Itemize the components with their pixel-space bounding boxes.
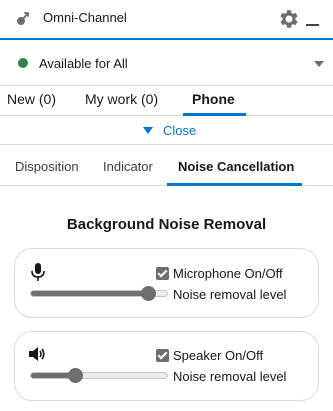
speaker-level-label: Noise removal level	[173, 369, 287, 384]
app-title: Omni-Channel	[43, 10, 127, 25]
slider-thumb[interactable]	[67, 368, 83, 383]
gear-icon[interactable]	[276, 7, 300, 31]
noise-removal-title: Background Noise Removal	[66, 216, 267, 233]
active-tab-indicator	[183, 113, 246, 116]
speaker-toggle-checkbox[interactable]	[156, 349, 169, 362]
caret-down-icon[interactable]	[143, 127, 153, 134]
microphone-toggle-checkbox[interactable]	[156, 267, 169, 280]
speaker-toggle-label: Speaker On/Off	[173, 348, 264, 363]
slider-fill	[31, 291, 148, 296]
microphone-level-label: Noise removal level	[173, 287, 287, 302]
minimize-icon[interactable]	[306, 24, 319, 26]
chevron-down-icon[interactable]	[314, 61, 324, 67]
tab-new[interactable]: New (0)	[7, 91, 56, 107]
microphone-toggle-label: Microphone On/Off	[173, 266, 283, 281]
microphone-icon	[31, 263, 45, 281]
speaker-noise-slider[interactable]	[30, 368, 168, 383]
tab-my-work[interactable]: My work (0)	[85, 91, 158, 107]
tab-noise-cancellation[interactable]: Noise Cancellation	[178, 159, 294, 174]
tab-disposition[interactable]: Disposition	[15, 159, 79, 174]
omni-channel-icon	[17, 12, 29, 25]
speaker-icon	[29, 347, 45, 361]
omni-channel-header: Omni-Channel	[0, 0, 333, 40]
status-indicator-dot	[18, 58, 28, 68]
presence-status-label: Available for All	[39, 56, 128, 71]
microphone-noise-slider[interactable]	[30, 286, 168, 301]
active-sub-tab-indicator	[167, 183, 302, 186]
close-link[interactable]: Close	[163, 123, 196, 138]
speaker-card: Speaker On/Off Noise removal level	[14, 331, 319, 401]
tab-indicator[interactable]: Indicator	[103, 159, 153, 174]
tab-phone[interactable]: Phone	[192, 91, 235, 107]
slider-thumb[interactable]	[140, 286, 156, 301]
microphone-card: Microphone On/Off Noise removal level	[14, 248, 319, 318]
